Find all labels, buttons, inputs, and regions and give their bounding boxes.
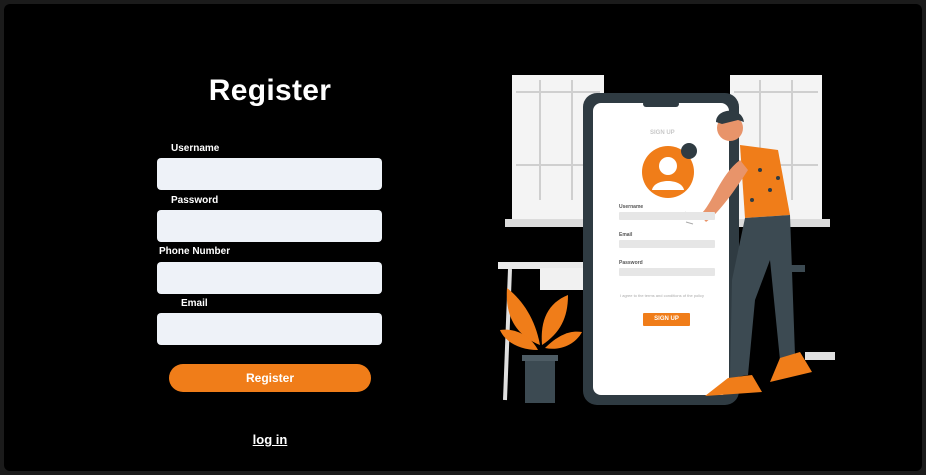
register-button[interactable]: Register xyxy=(169,364,371,392)
page-title: Register xyxy=(208,74,332,107)
password-field[interactable] xyxy=(157,210,382,242)
phone-number-field[interactable] xyxy=(157,262,382,294)
username-label: Username xyxy=(171,143,220,154)
signup-illustration xyxy=(498,75,835,405)
phone-password-field xyxy=(619,268,715,276)
phone-username-label: Username xyxy=(619,204,644,210)
phone-terms-checkbox: I agree to the terms and conditions of t… xyxy=(620,293,705,298)
login-link[interactable]: log in xyxy=(236,432,304,447)
phone-email-label: Email xyxy=(619,232,633,238)
phone-signup-button: SIGN UP xyxy=(643,313,690,326)
phone-password-label: Password xyxy=(619,260,643,266)
email-field[interactable] xyxy=(157,313,382,345)
phone-signup-title: SIGN UP xyxy=(650,130,675,136)
username-field[interactable] xyxy=(157,158,382,190)
phone-email-field xyxy=(619,240,715,248)
phone-username-field xyxy=(619,212,715,220)
phone-number-label: Phone Number xyxy=(159,246,231,257)
email-label: Email xyxy=(181,298,208,309)
password-label: Password xyxy=(171,195,219,206)
